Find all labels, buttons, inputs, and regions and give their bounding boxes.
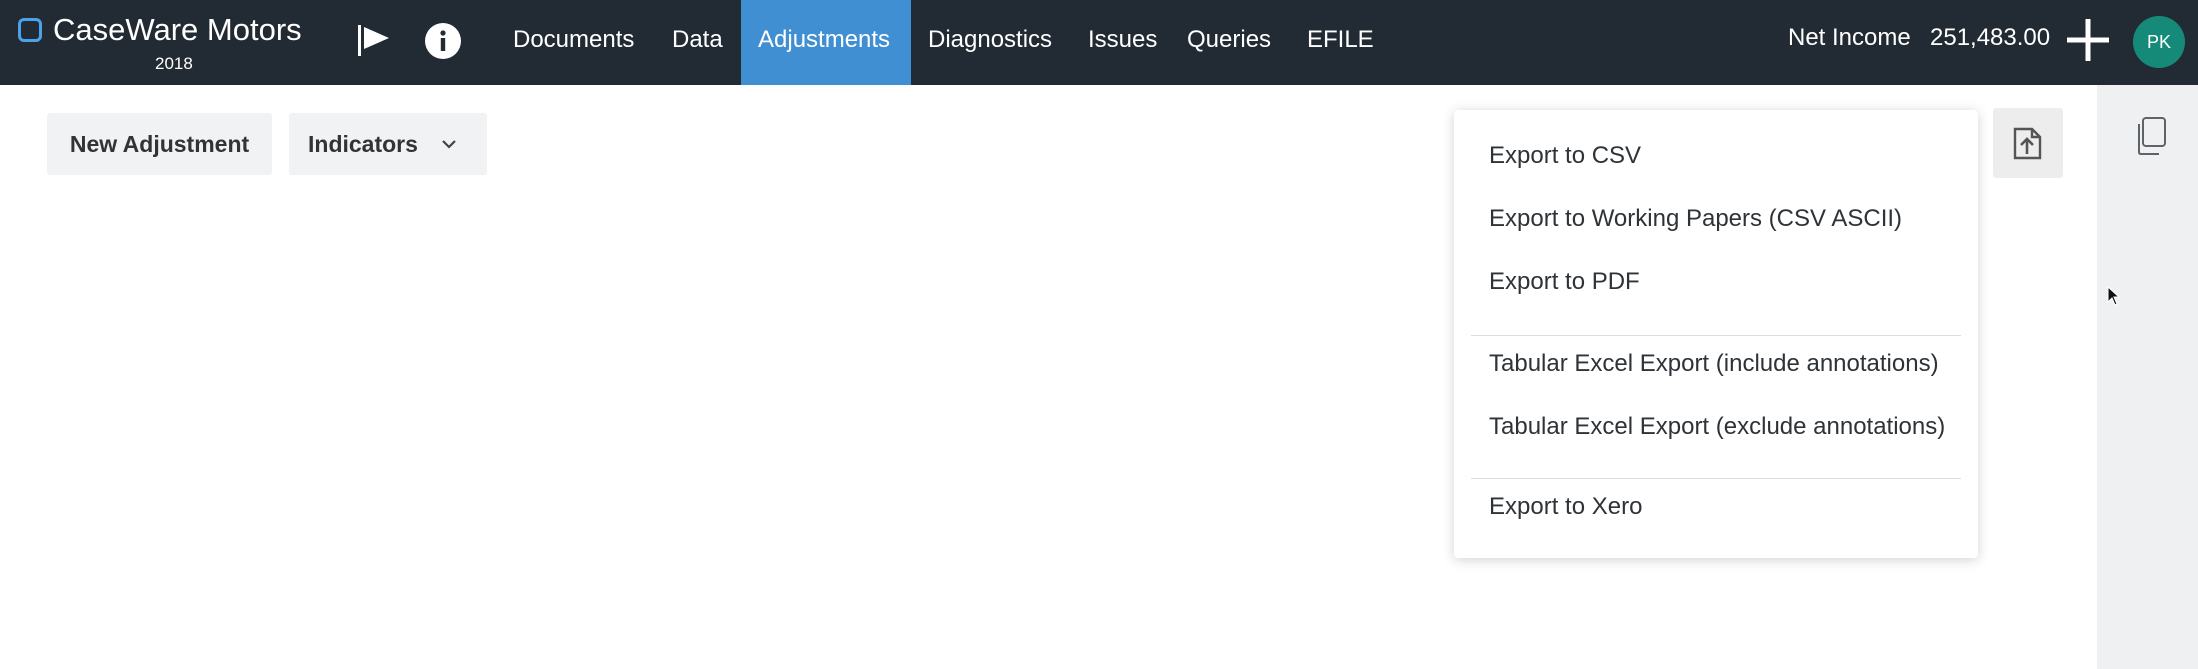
net-income-value: 251,483.00: [1930, 24, 2051, 51]
copy-icon[interactable]: [2134, 116, 2168, 156]
indicators-dropdown[interactable]: Indicators: [289, 113, 487, 175]
tab-documents[interactable]: Documents: [496, 0, 651, 85]
menu-divider: [1471, 478, 1961, 479]
plus-icon[interactable]: [2064, 16, 2112, 64]
engagement-year: 2018: [155, 54, 193, 73]
menu-item-export-working-papers[interactable]: Export to Working Papers (CSV ASCII): [1489, 205, 1902, 233]
app-name[interactable]: CaseWare Motors: [53, 12, 302, 48]
menu-item-export-xero[interactable]: Export to Xero: [1489, 493, 1642, 521]
tab-adjustments[interactable]: Adjustments: [741, 0, 911, 85]
export-file-icon: [2013, 127, 2042, 160]
indicators-label: Indicators: [308, 131, 418, 157]
tab-diagnostics[interactable]: Diagnostics: [911, 0, 1069, 85]
menu-item-export-pdf[interactable]: Export to PDF: [1489, 268, 1640, 296]
menu-pointer: [1978, 130, 1988, 150]
export-button[interactable]: [1993, 108, 2063, 178]
user-avatar[interactable]: PK: [2133, 16, 2185, 68]
net-income-label: Net Income: [1788, 24, 1911, 51]
export-menu: Export to CSV Export to Working Papers (…: [1454, 110, 1978, 558]
menu-divider: [1471, 335, 1961, 336]
tab-queries[interactable]: Queries: [1170, 0, 1288, 85]
new-adjustment-button[interactable]: New Adjustment: [47, 113, 272, 175]
menu-item-excel-include-annotations[interactable]: Tabular Excel Export (include annotation…: [1489, 350, 1939, 378]
right-side-panel: [2097, 85, 2198, 669]
tab-issues[interactable]: Issues: [1071, 0, 1174, 85]
app-logo-icon[interactable]: [18, 18, 42, 42]
tab-efile[interactable]: EFILE: [1290, 0, 1391, 85]
menu-item-export-csv[interactable]: Export to CSV: [1489, 142, 1641, 170]
flag-icon[interactable]: [356, 22, 392, 58]
info-icon[interactable]: [424, 22, 462, 60]
menu-item-excel-exclude-annotations[interactable]: Tabular Excel Export (exclude annotation…: [1489, 413, 1945, 441]
top-navigation-bar: CaseWare Motors 2018 Documents Data Adju…: [0, 0, 2198, 85]
tab-data[interactable]: Data: [655, 0, 740, 85]
chevron-down-icon: [442, 140, 456, 149]
mouse-cursor-icon: [2107, 286, 2121, 306]
